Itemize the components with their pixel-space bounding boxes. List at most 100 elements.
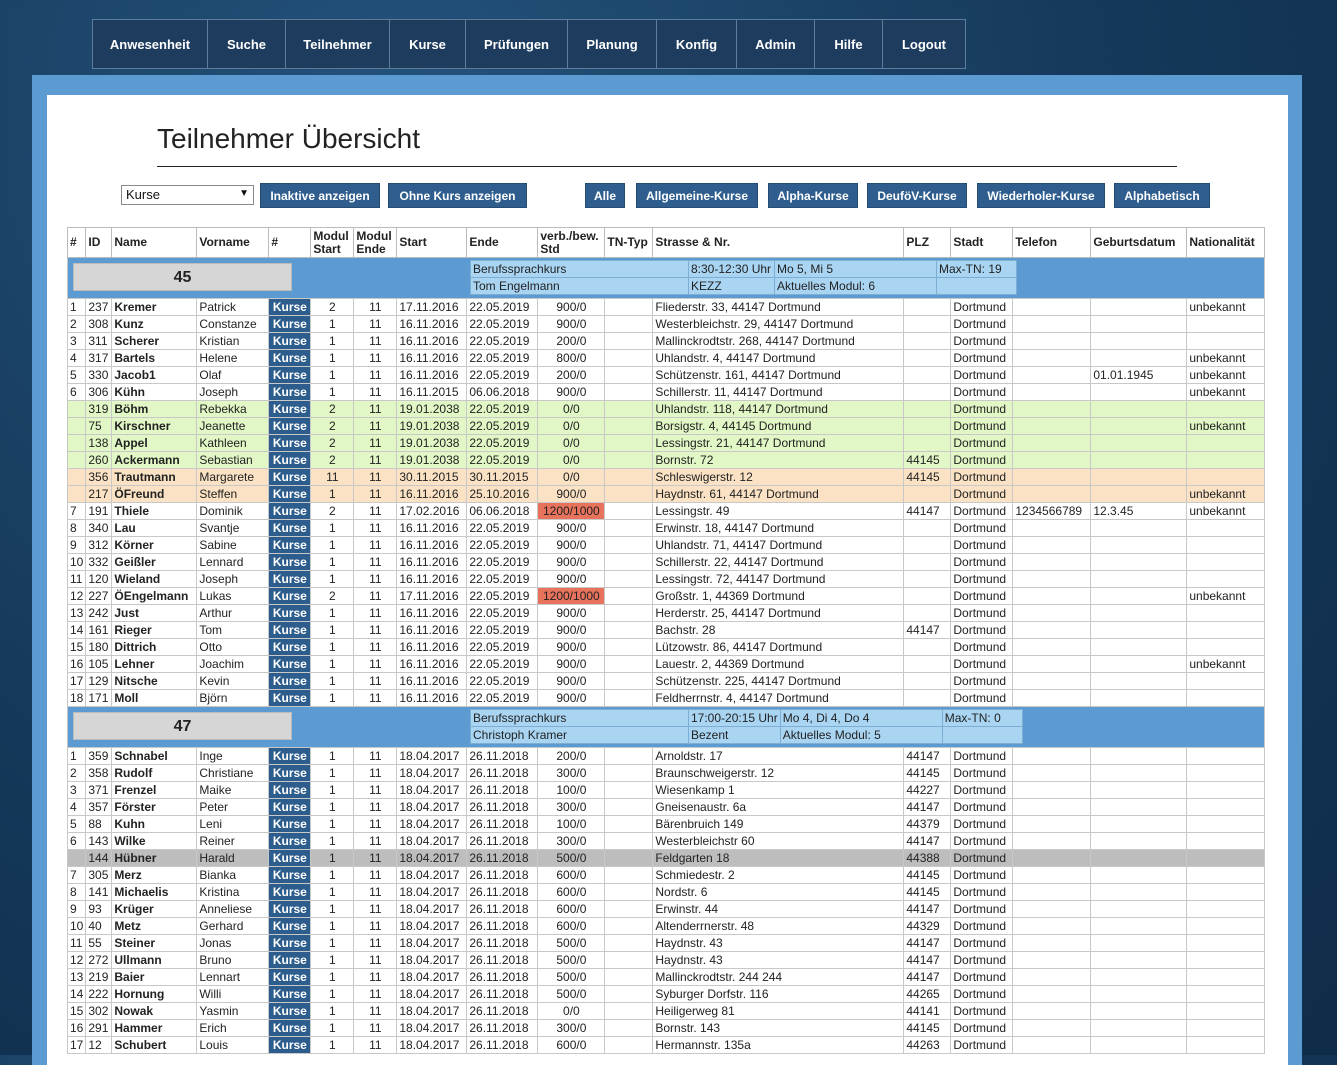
column-header[interactable]: Strasse & Nr.: [652, 227, 905, 258]
column-header[interactable]: Vorname: [196, 227, 270, 258]
kurse-link[interactable]: Kurse: [268, 553, 312, 571]
kurse-link[interactable]: Kurse: [268, 934, 312, 952]
table-row[interactable]: 138 Appel Kathleen Kurse 2 11 19.01.2038 22.05.…: [66, 434, 1266, 452]
kurse-link[interactable]: Kurse: [268, 1019, 312, 1037]
kurse-link[interactable]: Kurse: [268, 815, 312, 833]
kurse-link[interactable]: Kurse: [268, 400, 312, 418]
filter-repeater-courses-button[interactable]: Wiederholer-Kurse: [977, 183, 1105, 208]
kurse-link[interactable]: Kurse: [268, 451, 312, 469]
kurse-link[interactable]: Kurse: [268, 502, 312, 520]
sort-alphabetical-button[interactable]: Alphabetisch: [1114, 183, 1210, 208]
nav-teilnehmer[interactable]: Teilnehmer: [286, 20, 390, 68]
kurse-link[interactable]: Kurse: [268, 604, 312, 622]
table-row[interactable]: 13 219 Baier Lennart Kurse 1 11 18.04.2017 26.11…: [66, 968, 1266, 986]
kurse-link[interactable]: Kurse: [268, 315, 312, 333]
kurse-link[interactable]: Kurse: [268, 900, 312, 918]
kurse-link[interactable]: Kurse: [268, 621, 312, 639]
kurse-link[interactable]: Kurse: [268, 832, 312, 850]
table-row[interactable]: 14 222 Hornung Willi Kurse 1 11 18.04.2017 26.11…: [66, 985, 1266, 1003]
table-row[interactable]: 15 302 Nowak Yasmin Kurse 1 11 18.04.2017 26.11.…: [66, 1002, 1266, 1020]
filter-general-courses-button[interactable]: Allgemeine-Kurse: [636, 183, 758, 208]
kurse-link[interactable]: Kurse: [268, 747, 312, 765]
table-row[interactable]: 6 143 Wilke Reiner Kurse 1 11 18.04.2017 26.11.2…: [66, 832, 1266, 850]
kurse-link[interactable]: Kurse: [268, 689, 312, 707]
column-header[interactable]: Start: [396, 227, 468, 258]
table-row[interactable]: 5 330 Jacob1 Olaf Kurse 1 11 16.11.2016 22.05.20…: [66, 366, 1266, 384]
kurse-link[interactable]: Kurse: [268, 985, 312, 1003]
kurse-link[interactable]: Kurse: [268, 587, 312, 605]
kurse-link[interactable]: Kurse: [268, 951, 312, 969]
kurse-link[interactable]: Kurse: [268, 849, 312, 867]
column-header[interactable]: PLZ: [903, 227, 952, 258]
table-row[interactable]: 3 311 Scherer Kristian Kurse 1 11 16.11.2016 22.…: [66, 332, 1266, 350]
nav-logout[interactable]: Logout: [883, 20, 965, 68]
table-row[interactable]: 12 272 Ullmann Bruno Kurse 1 11 18.04.2017 26.11…: [66, 951, 1266, 969]
nav-admin[interactable]: Admin: [737, 20, 815, 68]
table-row[interactable]: 10 40 Metz Gerhard Kurse 1 11 18.04.2017 26.11.2…: [66, 917, 1266, 935]
kurse-link[interactable]: Kurse: [268, 638, 312, 656]
show-inactive-button[interactable]: Inaktive anzeigen: [260, 183, 380, 208]
column-header[interactable]: Modul Start: [310, 227, 355, 258]
nav-planung[interactable]: Planung: [568, 20, 657, 68]
kurse-link[interactable]: Kurse: [268, 917, 312, 935]
filter-all-button[interactable]: Alle: [585, 183, 625, 208]
table-row[interactable]: 11 120 Wieland Joseph Kurse 1 11 16.11.2016 22.0…: [66, 570, 1266, 588]
course-number[interactable]: 47: [73, 712, 292, 740]
kurse-link[interactable]: Kurse: [268, 332, 312, 350]
table-row[interactable]: 8 141 Michaelis Kristina Kurse 1 11 18.04.2017 2…: [66, 883, 1266, 901]
nav-anwesenheit[interactable]: Anwesenheit: [93, 20, 208, 68]
column-header[interactable]: Ende: [466, 227, 539, 258]
kurse-link[interactable]: Kurse: [268, 968, 312, 986]
kurse-link[interactable]: Kurse: [268, 672, 312, 690]
nav-pr-fungen[interactable]: Prüfungen: [466, 20, 568, 68]
table-row[interactable]: 17 12 Schubert Louis Kurse 1 11 18.04.2017 26.11…: [66, 1036, 1266, 1054]
kurse-link[interactable]: Kurse: [268, 519, 312, 537]
column-header[interactable]: #: [268, 227, 312, 258]
table-row[interactable]: 75 Kirschner Jeanette Kurse 2 11 19.01.2038 22.…: [66, 417, 1266, 435]
table-row[interactable]: 2 308 Kunz Constanze Kurse 1 11 16.11.2016 22.05…: [66, 315, 1266, 333]
table-row[interactable]: 319 Böhm Rebekka Kurse 2 11 19.01.2038 22.05.20…: [66, 400, 1266, 418]
table-row[interactable]: 18 171 Moll Björn Kurse 1 11 16.11.2016 22.05.20…: [66, 689, 1266, 707]
kurse-link[interactable]: Kurse: [268, 570, 312, 588]
filter-alpha-courses-button[interactable]: Alpha-Kurse: [768, 183, 858, 208]
nav-konfig[interactable]: Konfig: [657, 20, 737, 68]
kurse-link[interactable]: Kurse: [268, 1002, 312, 1020]
kurse-link[interactable]: Kurse: [268, 866, 312, 884]
kurse-link[interactable]: Kurse: [268, 781, 312, 799]
table-row[interactable]: 4 317 Bartels Helene Kurse 1 11 16.11.2016 22.05…: [66, 349, 1266, 367]
nav-hilfe[interactable]: Hilfe: [815, 20, 883, 68]
kurse-link[interactable]: Kurse: [268, 764, 312, 782]
table-row[interactable]: 3 371 Frenzel Maike Kurse 1 11 18.04.2017 26.11.…: [66, 781, 1266, 799]
kurse-link[interactable]: Kurse: [268, 798, 312, 816]
table-row[interactable]: 217 ÖFreund Steffen Kurse 1 11 16.11.2016 25.10…: [66, 485, 1266, 503]
table-row[interactable]: 16 291 Hammer Erich Kurse 1 11 18.04.2017 26.11.…: [66, 1019, 1266, 1037]
column-header[interactable]: Stadt: [950, 227, 1014, 258]
column-header[interactable]: ID: [85, 227, 113, 258]
kurse-link[interactable]: Kurse: [268, 434, 312, 452]
column-header[interactable]: Nationalität: [1186, 227, 1266, 258]
table-row[interactable]: 144 Hübner Harald Kurse 1 11 18.04.2017 26.11.2…: [66, 849, 1266, 867]
kurse-link[interactable]: Kurse: [268, 468, 312, 486]
column-header[interactable]: Modul Ende: [353, 227, 398, 258]
table-row[interactable]: 260 Ackermann Sebastian Kurse 2 11 19.01.2038 2…: [66, 451, 1266, 469]
kurse-link[interactable]: Kurse: [268, 883, 312, 901]
table-row[interactable]: 1 237 Kremer Patrick Kurse 2 11 17.11.2016 22.05…: [66, 298, 1266, 316]
course-number[interactable]: 45: [73, 263, 292, 291]
column-header[interactable]: Telefon: [1012, 227, 1092, 258]
table-row[interactable]: 9 312 Körner Sabine Kurse 1 11 16.11.2016 22.05.…: [66, 536, 1266, 554]
kurse-link[interactable]: Kurse: [268, 349, 312, 367]
table-row[interactable]: 4 357 Förster Peter Kurse 1 11 18.04.2017 26.11.…: [66, 798, 1266, 816]
column-header[interactable]: Name: [111, 227, 198, 258]
table-row[interactable]: 14 161 Rieger Tom Kurse 1 11 16.11.2016 22.05.20…: [66, 621, 1266, 639]
table-row[interactable]: 11 55 Steiner Jonas Kurse 1 11 18.04.2017 26.11.…: [66, 934, 1266, 952]
table-row[interactable]: 5 88 Kuhn Leni Kurse 1 11 18.04.2017 26.11.2018 1…: [66, 815, 1266, 833]
table-row[interactable]: 7 305 Merz Bianka Kurse 1 11 18.04.2017 26.11.20…: [66, 866, 1266, 884]
filter-deufoev-courses-button[interactable]: DeuföV-Kurse: [867, 183, 967, 208]
table-row[interactable]: 356 Trautmann Margarete Kurse 11 11 30.11.2015…: [66, 468, 1266, 486]
kurse-link[interactable]: Kurse: [268, 536, 312, 554]
show-without-course-button[interactable]: Ohne Kurs anzeigen: [388, 183, 527, 208]
column-header[interactable]: verb./bew. Std: [537, 227, 606, 258]
kurse-link[interactable]: Kurse: [268, 366, 312, 384]
course-select[interactable]: Kurse ▼: [121, 185, 254, 205]
table-row[interactable]: 7 191 Thiele Dominik Kurse 2 11 17.02.2016 06.06…: [66, 502, 1266, 520]
